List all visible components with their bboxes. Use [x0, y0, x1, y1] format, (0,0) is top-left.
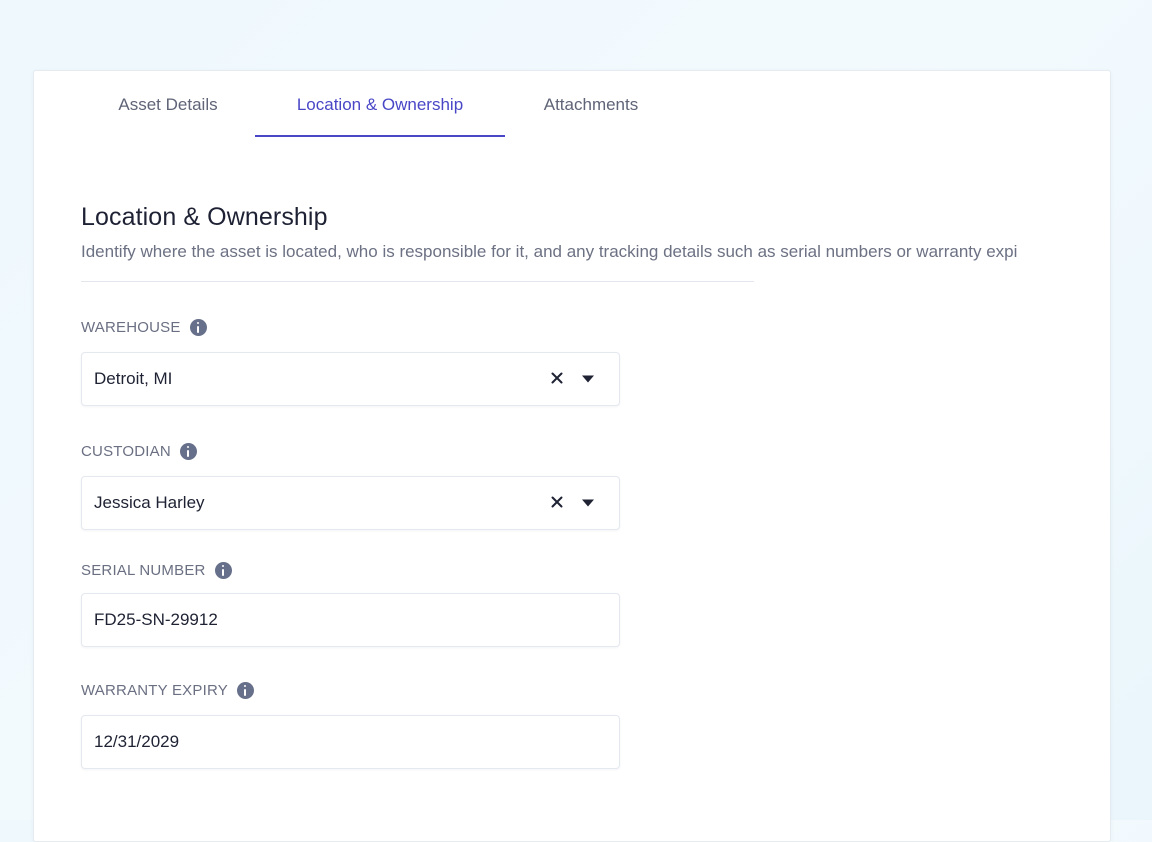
serial-number-label: SERIAL NUMBER [81, 562, 206, 579]
tab-attachments[interactable]: Attachments [521, 71, 661, 137]
tab-asset-details[interactable]: Asset Details [95, 71, 241, 137]
form-card: Asset Details Location & Ownership Attac… [33, 70, 1111, 842]
warranty-expiry-info-icon[interactable] [236, 682, 254, 699]
tab-location-ownership[interactable]: Location & Ownership [255, 71, 505, 137]
custodian-label-row: CUSTODIAN [81, 443, 197, 460]
warranty-expiry-label: WARRANTY EXPIRY [81, 682, 228, 699]
custodian-label: CUSTODIAN [81, 443, 171, 460]
custodian-caret-down-icon[interactable] [581, 497, 595, 509]
custodian-select[interactable]: Jessica Harley [81, 476, 620, 530]
section-description: Identify where the asset is located, who… [81, 242, 1018, 261]
section-divider [81, 281, 754, 282]
custodian-info-icon[interactable] [179, 443, 197, 460]
warehouse-info-icon[interactable] [189, 319, 207, 336]
serial-number-info-icon[interactable] [214, 562, 232, 579]
warranty-expiry-label-row: WARRANTY EXPIRY [81, 682, 254, 699]
warehouse-label: WAREHOUSE [81, 319, 181, 336]
tab-bar: Asset Details Location & Ownership Attac… [34, 71, 1110, 137]
warehouse-label-row: WAREHOUSE [81, 319, 207, 336]
section-title: Location & Ownership [81, 203, 328, 231]
serial-number-label-row: SERIAL NUMBER [81, 562, 232, 579]
serial-number-input[interactable] [82, 594, 619, 646]
custodian-clear-icon[interactable] [549, 494, 565, 510]
warehouse-caret-down-icon[interactable] [581, 373, 595, 385]
custodian-value: Jessica Harley [94, 493, 205, 512]
warranty-expiry-field [81, 715, 620, 769]
serial-number-field [81, 593, 620, 647]
warehouse-select[interactable]: Detroit, MI [81, 352, 620, 406]
warehouse-clear-icon[interactable] [549, 370, 565, 386]
warehouse-value: Detroit, MI [94, 369, 173, 388]
warranty-expiry-input[interactable] [82, 716, 619, 768]
